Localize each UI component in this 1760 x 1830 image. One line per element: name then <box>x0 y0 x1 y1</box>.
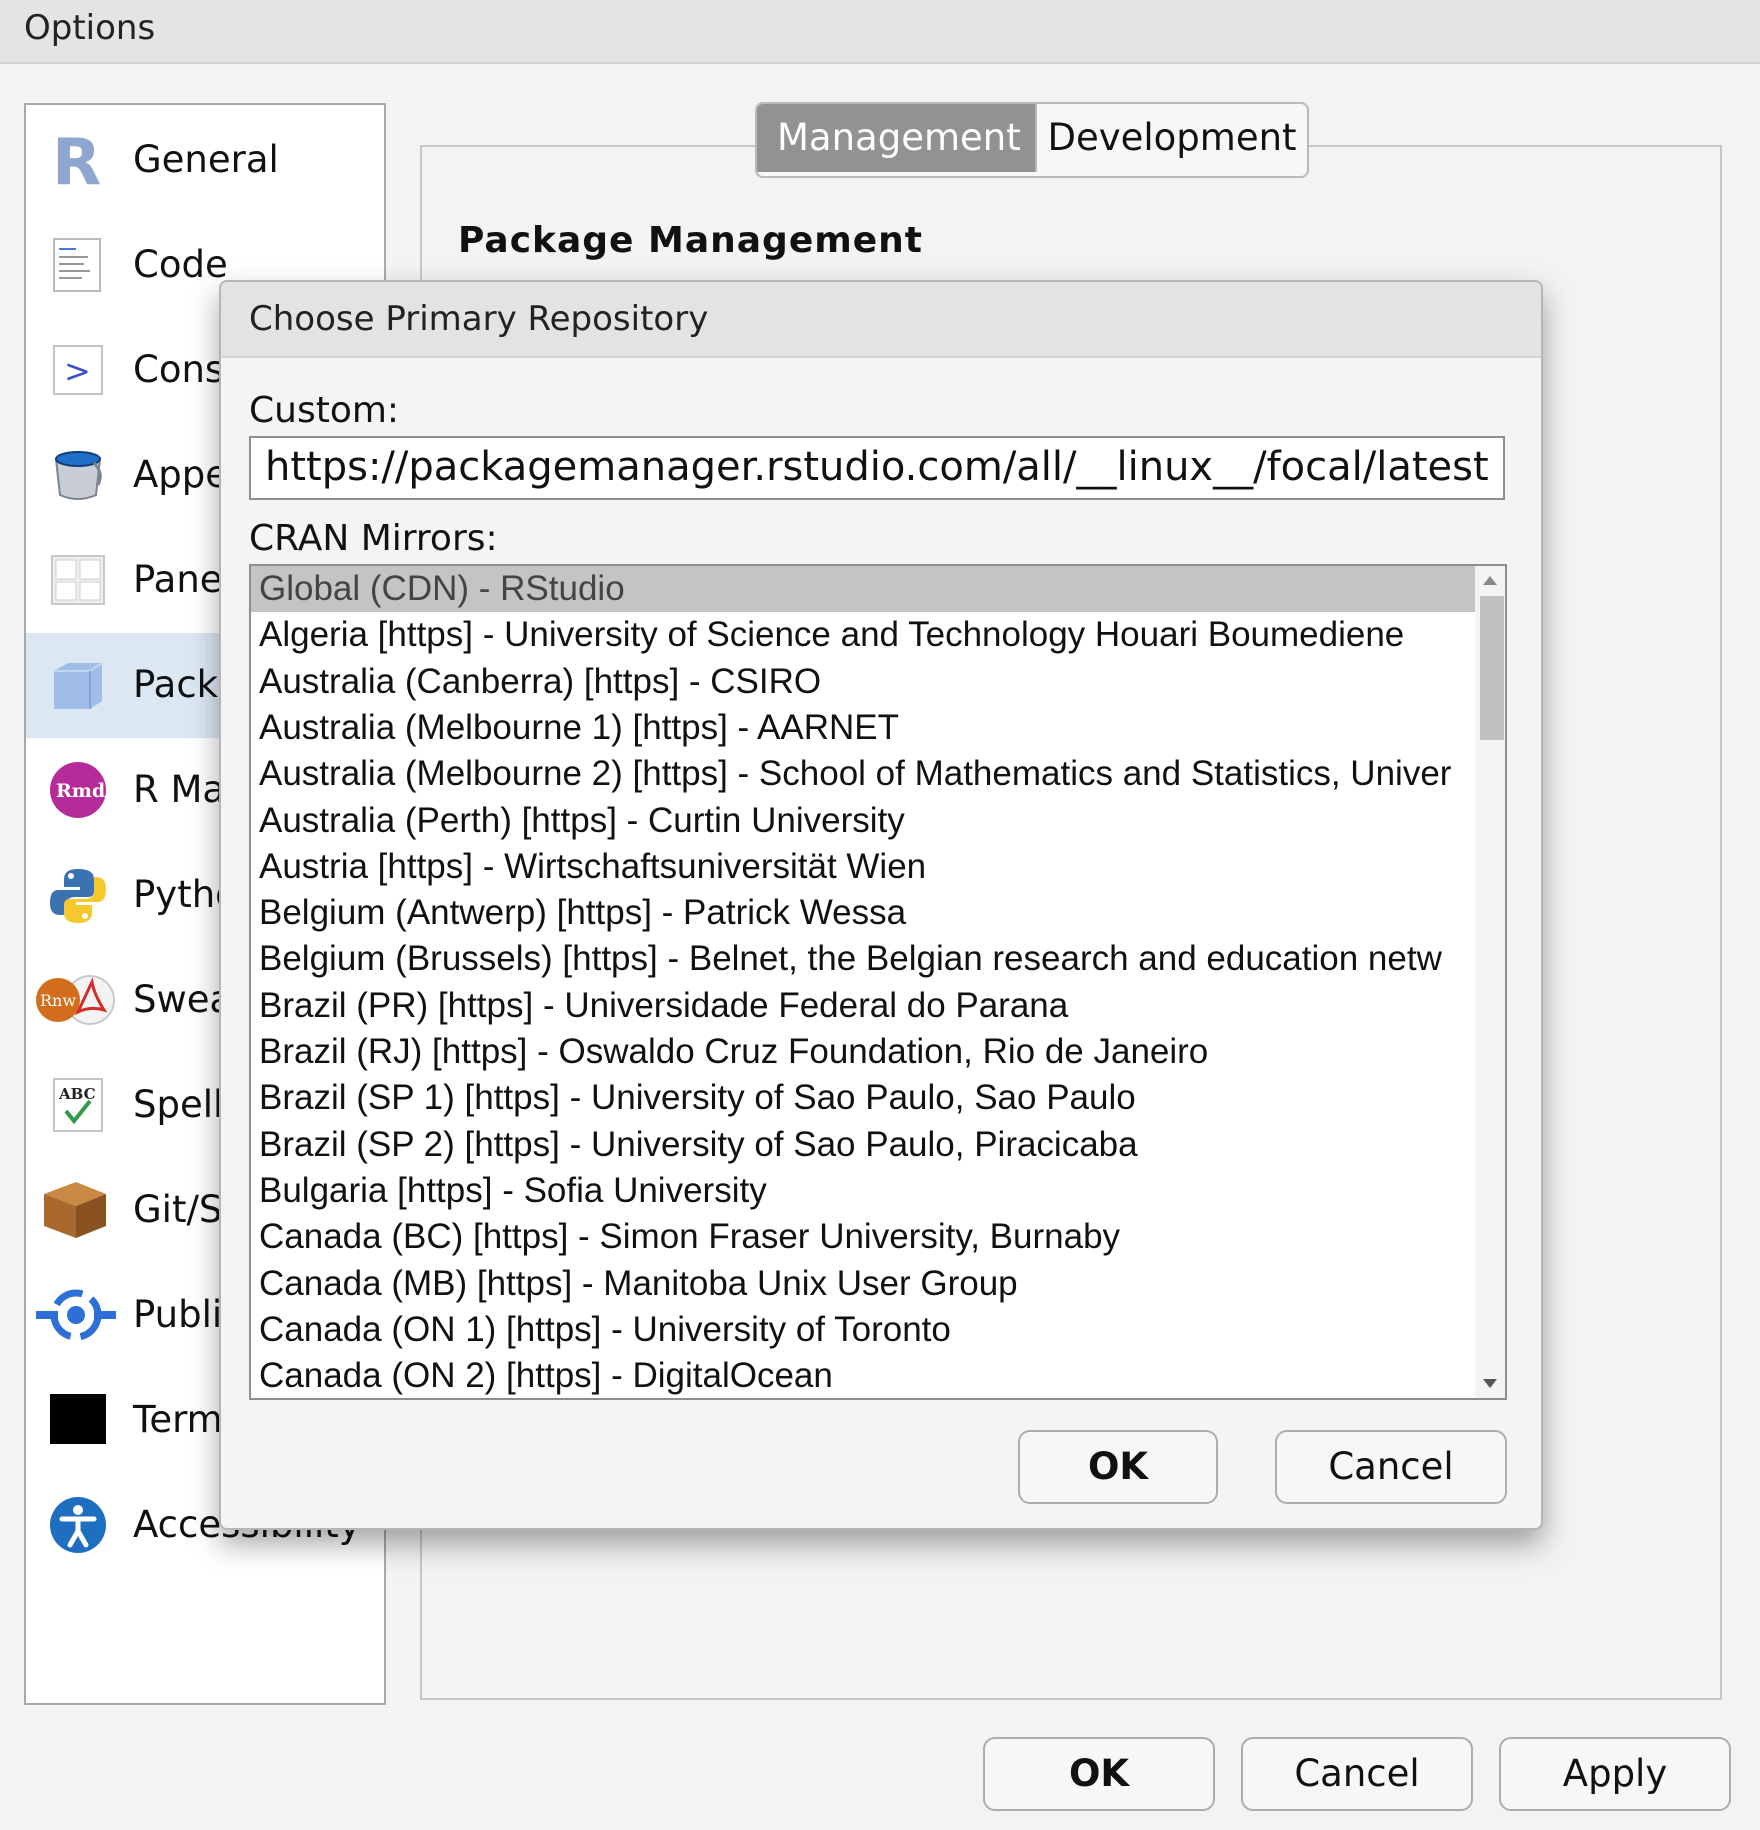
svg-text:ABC: ABC <box>58 1085 96 1103</box>
r-logo-icon: R <box>52 130 101 190</box>
cancel-button[interactable]: Cancel <box>1241 1737 1473 1811</box>
cran-mirrors-list[interactable]: Global (CDN) - RStudio Algeria [https] - … <box>249 564 1507 1400</box>
sidebar-item-label: Term <box>133 1398 223 1441</box>
rmarkdown-icon: Rmd <box>50 762 106 818</box>
code-icon <box>53 238 101 292</box>
scroll-thumb[interactable] <box>1480 596 1504 740</box>
sidebar-item-label: Publi <box>133 1293 223 1336</box>
window-title: Options <box>24 8 156 48</box>
mirror-list-item[interactable]: Belgium (Brussels) [https] - Belnet, the… <box>251 936 1476 982</box>
sidebar-item-label: R Ma <box>133 768 226 811</box>
mirror-list-item[interactable]: Australia (Perth) [https] - Curtin Unive… <box>251 798 1476 844</box>
svg-text:Rmd: Rmd <box>56 780 105 802</box>
custom-label: Custom: <box>249 390 400 431</box>
cran-mirrors-label: CRAN Mirrors: <box>249 518 498 559</box>
mirror-list-item[interactable]: Canada (BC) [https] - Simon Fraser Unive… <box>251 1214 1476 1260</box>
tab-management[interactable]: Management <box>757 104 1035 172</box>
mirror-list-item[interactable]: Algeria [https] - University of Science … <box>251 612 1476 658</box>
choose-repository-dialog: Choose Primary Repository Custom: https:… <box>219 280 1543 1530</box>
sidebar-item-label: Code <box>133 243 228 286</box>
mirror-list-item[interactable]: Brazil (SP 1) [https] - University of Sa… <box>251 1075 1476 1121</box>
dialog-title: Choose Primary Repository <box>249 299 709 339</box>
mirror-list-item[interactable]: Australia (Melbourne 1) [https] - AARNET <box>251 705 1476 751</box>
scroll-down-arrow-icon[interactable] <box>1483 1379 1497 1388</box>
scroll-up-arrow-icon[interactable] <box>1483 576 1497 585</box>
mirror-list-item[interactable]: Brazil (PR) [https] - Universidade Feder… <box>251 983 1476 1029</box>
sidebar-item-label: Pane <box>133 558 223 601</box>
mirror-list-item[interactable]: Canada (ON 1) [https] - University of To… <box>251 1307 1476 1353</box>
sidebar-item-label: Swea <box>133 978 233 1021</box>
publish-icon <box>36 1289 116 1341</box>
svg-text:Rnw: Rnw <box>40 991 76 1010</box>
list-scrollbar[interactable] <box>1475 566 1505 1398</box>
dialog-ok-button[interactable]: OK <box>1018 1430 1218 1504</box>
mirror-list-item[interactable]: Bulgaria [https] - Sofia University <box>251 1168 1476 1214</box>
window-titlebar: Options <box>0 0 1760 64</box>
git-box-icon <box>44 1182 106 1238</box>
python-icon <box>50 869 106 923</box>
custom-repository-input[interactable]: https://packagemanager.rstudio.com/all/_… <box>249 436 1505 500</box>
mirror-list-item[interactable]: Australia (Melbourne 2) [https] - School… <box>251 751 1476 797</box>
pane-layout-icon <box>51 555 105 605</box>
dialog-header: Choose Primary Repository <box>221 282 1541 358</box>
apply-button[interactable]: Apply <box>1499 1737 1731 1811</box>
mirror-list-item[interactable]: Global (CDN) - RStudio <box>251 566 1476 612</box>
tab-bar: Management Development <box>755 102 1309 178</box>
sweave-icon: Rnw <box>36 975 115 1025</box>
svg-text:>: > <box>64 352 91 390</box>
mirror-list-item[interactable]: Canada (ON 2) [https] - DigitalOcean <box>251 1353 1476 1398</box>
mirror-list-item[interactable]: Canada (MB) [https] - Manitoba Unix User… <box>251 1261 1476 1307</box>
svg-text:R: R <box>52 130 101 190</box>
terminal-icon <box>50 1394 106 1444</box>
section-title: Package Management <box>458 220 923 261</box>
sidebar-item-label: General <box>133 138 279 181</box>
accessibility-icon <box>50 1497 106 1553</box>
sidebar-item-label: Spell <box>133 1083 224 1126</box>
mirror-list-item[interactable]: Brazil (RJ) [https] - Oswaldo Cruz Found… <box>251 1029 1476 1075</box>
sidebar-item-label: Cons <box>133 348 225 391</box>
console-icon: > <box>53 345 103 395</box>
dialog-cancel-button[interactable]: Cancel <box>1275 1430 1507 1504</box>
package-icon <box>54 662 103 709</box>
tab-development[interactable]: Development <box>1035 104 1307 172</box>
mirror-list-item[interactable]: Brazil (SP 2) [https] - University of Sa… <box>251 1122 1476 1168</box>
sidebar-item-label: Git/S <box>133 1188 223 1231</box>
paint-bucket-icon <box>54 451 102 500</box>
mirror-list-item[interactable]: Australia (Canberra) [https] - CSIRO <box>251 659 1476 705</box>
sidebar-item-general[interactable]: R General <box>26 108 384 213</box>
sidebar-item-label: Appe <box>133 453 229 496</box>
mirror-list-item[interactable]: Austria [https] - Wirtschaftsuniversität… <box>251 844 1476 890</box>
spelling-icon: ABC <box>53 1078 103 1132</box>
ok-button[interactable]: OK <box>983 1737 1215 1811</box>
mirror-list-item[interactable]: Belgium (Antwerp) [https] - Patrick Wess… <box>251 890 1476 936</box>
